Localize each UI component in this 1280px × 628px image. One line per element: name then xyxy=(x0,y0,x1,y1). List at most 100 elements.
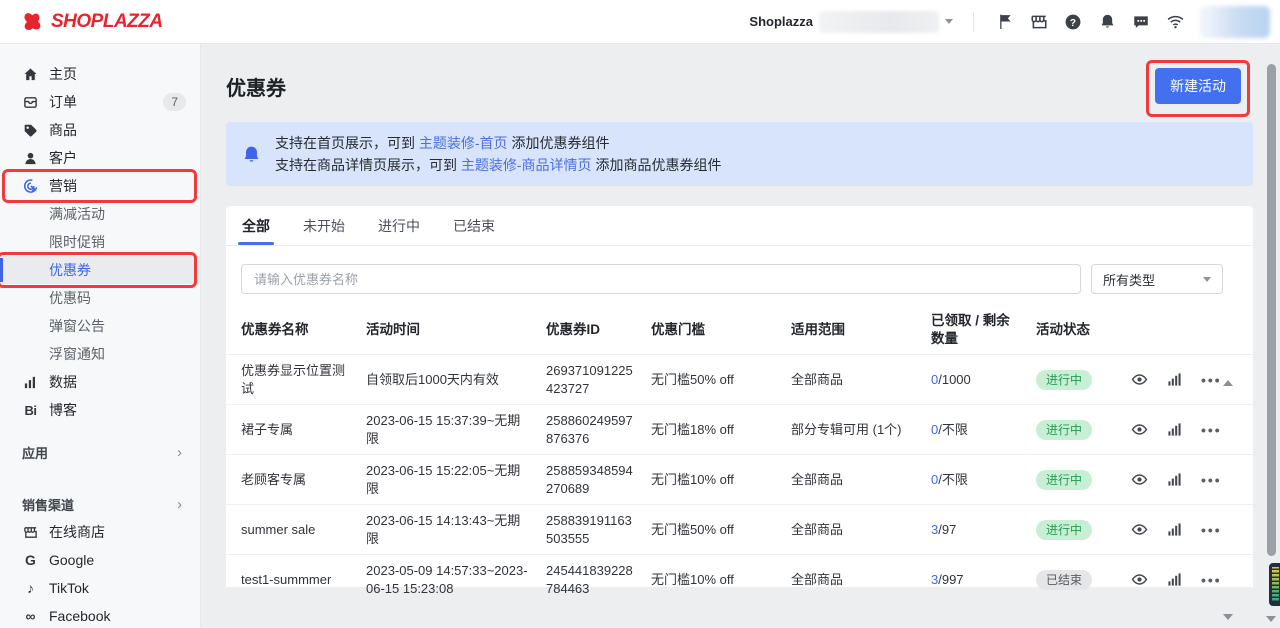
account-name: Shoplazza xyxy=(749,14,813,29)
sidebar-item-label: 弹窗公告 xyxy=(49,316,105,336)
google-icon: G xyxy=(22,552,39,568)
sidebar-item-tiktok[interactable]: ♪ TikTok xyxy=(0,574,200,602)
table-scroll-down-arrow[interactable] xyxy=(1223,614,1233,620)
account-switcher[interactable]: Shoplazza xyxy=(749,11,953,33)
chat-icon[interactable] xyxy=(1124,5,1158,39)
sidebar-section-apps[interactable]: 应用 › xyxy=(0,438,200,466)
coupon-claimed: 0/1000 xyxy=(931,371,1036,389)
divider xyxy=(973,12,974,32)
coupon-claimed: 3/997 xyxy=(931,571,1036,589)
coupon-threshold: 无门槛50% off xyxy=(651,521,791,539)
stats-icon[interactable] xyxy=(1167,372,1182,387)
stats-icon[interactable] xyxy=(1167,472,1182,487)
sidebar-section-sales-channels[interactable]: 销售渠道 › xyxy=(0,490,200,518)
main-content: 优惠券 新建活动 支持在首页展示，可到 主题装修-首页 添加优惠券组件 支持在商… xyxy=(201,44,1280,628)
wifi-icon[interactable] xyxy=(1158,5,1192,39)
view-icon[interactable] xyxy=(1131,421,1148,438)
customer-icon xyxy=(22,151,39,166)
tab-ended[interactable]: 已结束 xyxy=(453,206,495,245)
banner-line-2: 支持在商品详情页展示，可到 主题装修-商品详情页 添加商品优惠券组件 xyxy=(275,154,721,176)
sidebar-item-orders[interactable]: 订单 7 xyxy=(0,88,200,116)
remain-count: /不限 xyxy=(938,472,968,487)
table-row: test1-summmer 2023-05-09 14:57:33~2023-0… xyxy=(226,554,1253,604)
chevron-right-icon: › xyxy=(177,444,182,461)
sidebar-item-label: 博客 xyxy=(49,400,77,420)
view-icon[interactable] xyxy=(1131,471,1148,488)
sidebar-item-customers[interactable]: 客户 xyxy=(0,144,200,172)
table-row: summer sale 2023-06-15 14:13:43~无期限 2588… xyxy=(226,504,1253,554)
coupon-search-input[interactable] xyxy=(241,264,1081,294)
coupon-scope: 全部商品 xyxy=(791,471,931,489)
more-actions-icon[interactable]: ••• xyxy=(1201,576,1222,584)
coupon-list-card: 全部 未开始 进行中 已结束 所有类型 优惠券名称 活动时间 优惠券ID 优惠门… xyxy=(226,206,1253,587)
sidebar-item-google[interactable]: G Google xyxy=(0,546,200,574)
sidebar-item-label: 限时促销 xyxy=(49,232,105,252)
scrollbar-down-arrow[interactable] xyxy=(1266,616,1276,622)
stats-icon[interactable] xyxy=(1167,422,1182,437)
sidebar-item-analytics[interactable]: 数据 xyxy=(0,368,200,396)
coupon-table: 优惠券名称 活动时间 优惠券ID 优惠门槛 适用范围 已领取 / 剩余数量 活动… xyxy=(226,306,1253,604)
sidebar-item-label: Facebook xyxy=(49,608,110,624)
coupon-threshold: 无门槛50% off xyxy=(651,371,791,389)
sidebar-item-label: 数据 xyxy=(49,372,77,392)
sidebar-item-float-notice[interactable]: 浮窗通知 xyxy=(0,340,200,368)
sidebar-item-blog[interactable]: Bi 博客 xyxy=(0,396,200,424)
theme-home-link[interactable]: 主题装修-首页 xyxy=(419,135,508,151)
tab-all[interactable]: 全部 xyxy=(242,206,270,245)
status-badge: 进行中 xyxy=(1036,370,1092,390)
sidebar-item-label: 优惠码 xyxy=(49,288,91,308)
sidebar-item-popup-notice[interactable]: 弹窗公告 xyxy=(0,312,200,340)
coupon-scope: 部分专辑可用 (1个) xyxy=(791,421,931,439)
shoplazza-flower-icon xyxy=(20,10,44,34)
coupon-time: 2023-06-15 15:22:05~无期限 xyxy=(366,462,546,498)
scrollbar-thumb[interactable] xyxy=(1267,64,1276,556)
coupon-claimed: 3/97 xyxy=(931,521,1036,539)
page-title: 优惠券 xyxy=(226,72,286,101)
brand-name: SHOPLAZZA xyxy=(51,11,163,33)
coupon-name: 老顾客专属 xyxy=(241,471,366,489)
flag-icon[interactable] xyxy=(988,5,1022,39)
sidebar-item-discount-codes[interactable]: 优惠码 xyxy=(0,284,200,312)
coupon-id: 258859348594270689 xyxy=(546,462,651,498)
stats-icon[interactable] xyxy=(1167,572,1182,587)
new-activity-button[interactable]: 新建活动 xyxy=(1155,68,1241,104)
more-actions-icon[interactable]: ••• xyxy=(1201,376,1222,384)
sidebar-item-coupons[interactable]: 优惠券 xyxy=(0,256,200,284)
sidebar-item-facebook[interactable]: ∞ Facebook xyxy=(0,602,200,628)
table-scroll-up-arrow[interactable] xyxy=(1223,380,1233,386)
status-badge: 已结束 xyxy=(1036,570,1092,590)
view-icon[interactable] xyxy=(1131,521,1148,538)
view-icon[interactable] xyxy=(1131,371,1148,388)
sidebar-item-label: 营销 xyxy=(49,176,77,196)
col-header-status: 活动状态 xyxy=(1036,321,1131,339)
sidebar-item-home[interactable]: 主页 xyxy=(0,60,200,88)
redacted-account-detail xyxy=(819,11,939,33)
sidebar-item-full-reduction[interactable]: 满减活动 xyxy=(0,200,200,228)
help-icon[interactable]: ? xyxy=(1056,5,1090,39)
storefront-icon[interactable] xyxy=(1022,5,1056,39)
redacted-avatar[interactable] xyxy=(1200,6,1270,38)
more-actions-icon[interactable]: ••• xyxy=(1201,426,1222,434)
sidebar-item-flash-sale[interactable]: 限时促销 xyxy=(0,228,200,256)
coupon-time: 自领取后1000天内有效 xyxy=(366,371,546,389)
sidebar-item-label: 优惠券 xyxy=(49,260,91,280)
more-actions-icon[interactable]: ••• xyxy=(1201,476,1222,484)
coupon-time: 2023-06-15 15:37:39~无期限 xyxy=(366,412,546,448)
view-icon[interactable] xyxy=(1131,571,1148,588)
coupon-scope: 全部商品 xyxy=(791,521,931,539)
stats-icon[interactable] xyxy=(1167,522,1182,537)
info-banner: 支持在首页展示，可到 主题装修-首页 添加优惠券组件 支持在商品详情页展示，可到… xyxy=(226,122,1253,186)
sidebar-item-products[interactable]: 商品 xyxy=(0,116,200,144)
sidebar-item-online-store[interactable]: 在线商店 xyxy=(0,518,200,546)
bell-icon[interactable] xyxy=(1090,5,1124,39)
tab-not-started[interactable]: 未开始 xyxy=(303,206,345,245)
type-filter-select[interactable]: 所有类型 xyxy=(1091,264,1223,294)
coupon-scope: 全部商品 xyxy=(791,371,931,389)
theme-product-page-link[interactable]: 主题装修-商品详情页 xyxy=(461,157,592,173)
col-header-claimed: 已领取 / 剩余数量 xyxy=(931,312,1036,348)
bell-icon xyxy=(242,145,261,164)
remain-count: /1000 xyxy=(938,372,971,387)
more-actions-icon[interactable]: ••• xyxy=(1201,526,1222,534)
sidebar-item-marketing[interactable]: 营销 xyxy=(0,172,200,200)
tab-in-progress[interactable]: 进行中 xyxy=(378,206,420,245)
